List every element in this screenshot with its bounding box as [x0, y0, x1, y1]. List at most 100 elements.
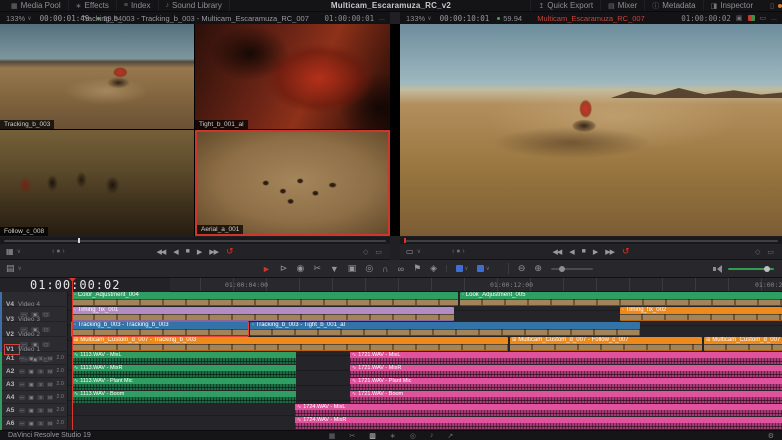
- track-header-v4[interactable]: V4Video 4—▣▢: [2, 292, 68, 307]
- page-icon-color[interactable]: ◎: [410, 432, 416, 440]
- audio-clip[interactable]: ∿1113.WAV - MixR: [72, 365, 296, 377]
- mute-button[interactable]: M: [47, 382, 53, 387]
- stop-button[interactable]: ■: [186, 248, 189, 255]
- viewer-color-icon[interactable]: [748, 15, 755, 21]
- timeline-clip[interactable]: ⊞Multicam_Custom_d_007 - Aerial_a_004: [704, 337, 782, 351]
- zoom-in-icon[interactable]: ⊕: [534, 263, 542, 274]
- audio-clip[interactable]: ∿1113.WAV - Boom: [72, 391, 296, 403]
- marker-color-picker[interactable]: ∨: [477, 265, 489, 272]
- go-to-first-frame-button[interactable]: ◀◀: [156, 248, 165, 256]
- multicam-angle-follow[interactable]: Follow_c_008: [0, 130, 194, 236]
- solo-button[interactable]: S: [37, 408, 43, 413]
- track-header-a4[interactable]: A4—▣SM2.0: [2, 391, 68, 404]
- timeline-tracks[interactable]: ▫Color_Adjustment_004▫Look_Adjustment_00…: [68, 292, 782, 430]
- track-header-v3[interactable]: V3Video 3—▣▢: [2, 307, 68, 322]
- solo-button[interactable]: S: [37, 395, 43, 400]
- zoom-out-icon[interactable]: ⊖: [518, 263, 526, 274]
- track-id-badge[interactable]: A6: [6, 420, 16, 427]
- mute-button[interactable]: M: [47, 421, 53, 426]
- timeline-clip[interactable]: ▫Look_Adjustment_005: [460, 292, 782, 306]
- step-back-button[interactable]: ◀: [173, 248, 177, 256]
- track-header-a6[interactable]: A6—▣SM2.0: [2, 417, 68, 430]
- audio-clip[interactable]: ∿1721.WAV - Boom: [350, 391, 782, 403]
- track-disable-icon[interactable]: —: [19, 421, 25, 426]
- track-disable-icon[interactable]: —: [19, 382, 25, 387]
- razor-tool[interactable]: ✂: [313, 263, 321, 274]
- track-header-v2[interactable]: V2Video 2—▣▢: [2, 322, 68, 337]
- audio-clip[interactable]: ∿1724.WAV - MixL: [295, 404, 782, 416]
- slider-knob[interactable]: [559, 266, 565, 272]
- timeline-clip[interactable]: ▫Timing_fix_001: [72, 307, 454, 321]
- track-disable-icon[interactable]: —: [19, 408, 25, 413]
- loop-button[interactable]: ↺: [622, 246, 630, 257]
- timeline-viewer-frame[interactable]: [400, 24, 782, 236]
- loop-range-icon[interactable]: ◇: [755, 248, 760, 256]
- timeline-zoom-slider[interactable]: [551, 268, 593, 270]
- timeline-clip[interactable]: ▫Tracking_b_003 - Tracking_b_003: [72, 322, 248, 336]
- track-header-a5[interactable]: A5—▣SM2.0: [2, 404, 68, 417]
- match-frame-icon[interactable]: ▭: [375, 248, 382, 256]
- track-lock-icon[interactable]: ▣: [28, 356, 34, 361]
- audio-clip[interactable]: ∿1721.WAV - MixR: [350, 365, 782, 377]
- audio-clip[interactable]: ∿1113.WAV - MixL: [72, 352, 296, 364]
- track-lock-icon[interactable]: ▣: [28, 408, 34, 413]
- insert-clip-tool[interactable]: ▼: [330, 264, 339, 274]
- topbar-button-index[interactable]: ≡Index: [117, 0, 159, 11]
- topbar-button-quick-export[interactable]: ↥Quick Export: [530, 0, 600, 11]
- track-lock-icon[interactable]: ▣: [28, 395, 34, 400]
- track-id-badge[interactable]: A4: [6, 394, 16, 401]
- track-header-a2[interactable]: A2—▣SM2.0: [2, 365, 68, 378]
- topbar-button-media-pool[interactable]: ▦Media Pool: [4, 0, 69, 11]
- audio-level-slider[interactable]: [728, 268, 774, 270]
- topbar-button-sound-library[interactable]: ♪Sound Library: [159, 0, 230, 11]
- snapping-tool[interactable]: ∩: [382, 264, 388, 274]
- timeline-playhead[interactable]: [72, 278, 73, 430]
- timeline-clip[interactable]: ⊞Multicam_Custom_d_007 - Tracking_b_003: [72, 337, 508, 351]
- loop-range-icon[interactable]: ◇: [363, 248, 368, 256]
- source-scrub-bar[interactable]: [0, 237, 390, 244]
- page-icon-deliver[interactable]: ↗: [447, 432, 453, 440]
- trim-edit-mode-tool[interactable]: ⊳: [280, 263, 288, 274]
- page-icon-fairlight[interactable]: ♪: [430, 432, 434, 440]
- solo-button[interactable]: S: [37, 421, 43, 426]
- track-header-v1[interactable]: V1Video 1—▣▢: [2, 337, 68, 352]
- timeline-ruler[interactable]: 01:00:04:0001:00:12:0001:00:20:00: [68, 278, 782, 292]
- track-disable-icon[interactable]: —: [19, 369, 25, 374]
- timeline-zoom-select[interactable]: 133% ∨: [406, 14, 432, 23]
- page-icon-media[interactable]: ▦: [329, 432, 336, 440]
- solo-button[interactable]: S: [37, 369, 43, 374]
- page-icon-cut[interactable]: ✂: [349, 432, 355, 440]
- topbar-button-effects[interactable]: ∗Effects: [69, 0, 117, 11]
- track-header-a1[interactable]: A1—▣SM2.0: [2, 352, 68, 365]
- viewer-options-icon[interactable]: ...: [379, 15, 385, 22]
- timeline-clip[interactable]: ▫Tracking_b_003 - Tight_b_001_al: [250, 322, 640, 336]
- step-back-button[interactable]: ◀: [569, 248, 573, 256]
- mute-button[interactable]: M: [47, 356, 53, 361]
- match-frame-icon[interactable]: ▭: [767, 248, 774, 256]
- audio-clip[interactable]: ∿1721.WAV - MixL: [350, 352, 782, 364]
- mute-button[interactable]: M: [47, 408, 53, 413]
- selection-mode-tool[interactable]: ►: [262, 264, 271, 274]
- timeline-scrub-playhead[interactable]: [404, 238, 406, 243]
- flag-color-picker[interactable]: ∨: [456, 265, 468, 272]
- timeline-clip[interactable]: ▫Color_Adjustment_004: [72, 292, 458, 306]
- multicam-angle-tracking[interactable]: Tracking_b_003: [0, 24, 194, 129]
- play-button[interactable]: ▶: [197, 248, 201, 256]
- page-icon-edit[interactable]: ▥: [369, 432, 376, 440]
- source-scrub-playhead[interactable]: [78, 238, 80, 243]
- audio-clip[interactable]: ∿1724.WAV - MixR: [295, 417, 782, 429]
- gang-mode-icon[interactable]: ▣: [736, 14, 743, 22]
- dynamic-trim-tool[interactable]: ◉: [296, 263, 304, 274]
- topbar-button-inspector[interactable]: ◨Inspector: [703, 0, 761, 11]
- settings-gear-icon[interactable]: ⚙: [768, 432, 774, 440]
- play-button[interactable]: ▶: [593, 248, 597, 256]
- marker-tool[interactable]: ◈: [430, 263, 437, 274]
- viewer-options-icon[interactable]: ...: [771, 15, 777, 22]
- track-id-badge[interactable]: A5: [6, 407, 16, 414]
- track-id-badge[interactable]: A3: [6, 381, 16, 388]
- track-header-a3[interactable]: A3—▣SM2.0: [2, 378, 68, 391]
- track-lock-icon[interactable]: ▣: [28, 421, 34, 426]
- track-id-badge[interactable]: A2: [6, 368, 16, 375]
- panel-toggle-icon[interactable]: ▯: [770, 2, 774, 10]
- timeline-clip[interactable]: ⊞Multicam_Custom_d_007 - Follow_c_007: [510, 337, 702, 351]
